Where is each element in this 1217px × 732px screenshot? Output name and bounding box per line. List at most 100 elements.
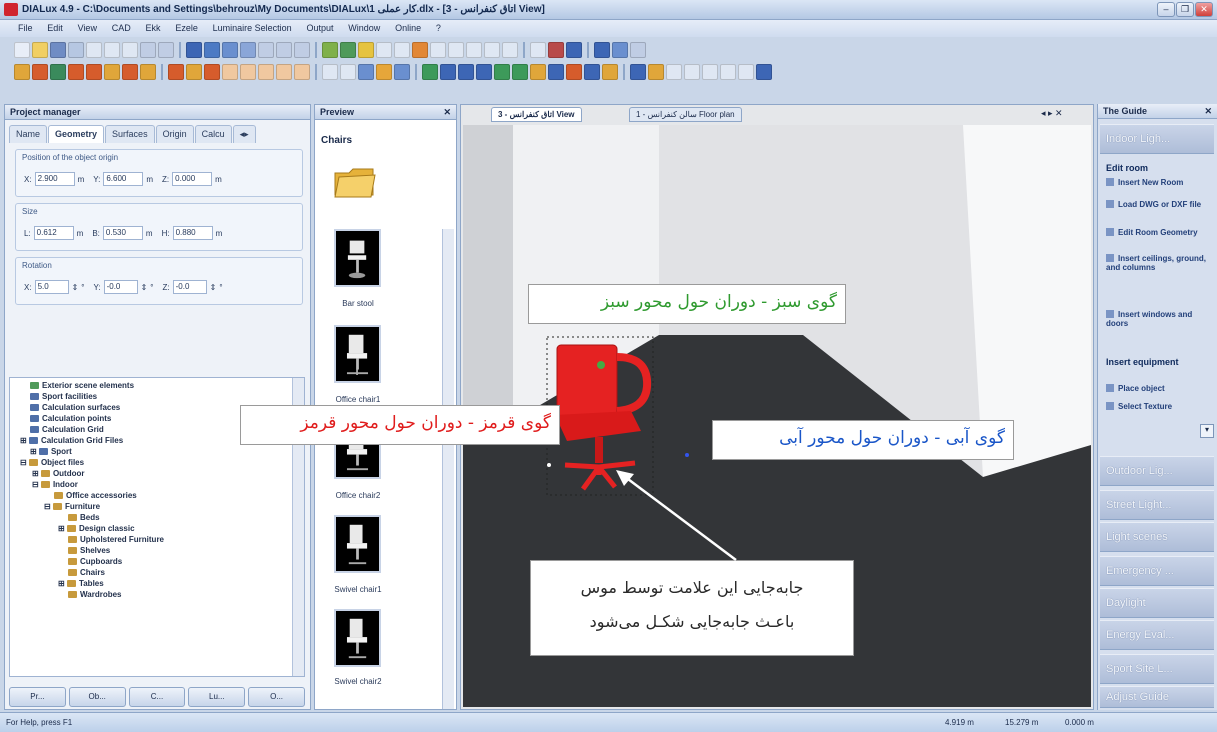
rotation-y-spinner[interactable]: ⇕	[141, 283, 148, 292]
join-icon[interactable]	[494, 64, 510, 80]
folder-icon[interactable]	[333, 161, 377, 201]
tab-3d-view[interactable]: 3 - اتاق کنفرانس View	[491, 107, 582, 122]
chair-thumbnail[interactable]	[334, 229, 381, 287]
tree-item[interactable]: ⊞ Tables	[58, 579, 104, 588]
menu-ezele[interactable]: Ezele	[169, 20, 204, 33]
window-icon[interactable]	[68, 64, 84, 80]
position-z-field[interactable]: 0.000	[172, 172, 213, 186]
calc-point-icon[interactable]	[602, 64, 618, 80]
preview-scrollbar[interactable]	[442, 229, 454, 709]
luminaire-icon[interactable]	[358, 42, 374, 58]
guide-outdoor-lighting[interactable]: Outdoor Lig...	[1100, 456, 1214, 486]
tab-floor-plan[interactable]: 1 - سالن کنفرانس Floor plan	[629, 107, 742, 122]
task-place-object[interactable]: Place object	[1106, 384, 1206, 393]
paste-icon[interactable]	[122, 42, 138, 58]
guide-energy-evaluation[interactable]: Energy Eval...	[1100, 620, 1214, 650]
chair-thumbnail[interactable]	[334, 609, 381, 667]
rotate-view-icon[interactable]	[294, 42, 310, 58]
front-view-icon[interactable]	[240, 42, 256, 58]
door-icon[interactable]	[50, 64, 66, 80]
tree-item[interactable]: ⊟ Indoor	[32, 480, 78, 489]
camera-icon[interactable]	[376, 64, 392, 80]
text-icon[interactable]	[484, 42, 500, 58]
guide-light-scenes[interactable]: Light scenes	[1100, 522, 1214, 552]
layer-icon[interactable]	[466, 42, 482, 58]
rotation-z-spinner[interactable]: ⇕	[210, 283, 217, 292]
pan-icon[interactable]	[276, 42, 292, 58]
paint-icon[interactable]	[530, 64, 546, 80]
menu-file[interactable]: File	[0, 20, 39, 33]
tab-output[interactable]: O...	[248, 687, 305, 707]
rotation-x-field[interactable]: 5.0	[34, 280, 69, 294]
menu-cad[interactable]: CAD	[106, 20, 137, 33]
tab-geometry[interactable]: Geometry	[48, 125, 105, 143]
preview-close-icon[interactable]: ✕	[443, 107, 451, 118]
task-insert-windows[interactable]: Insert windows and doors	[1106, 310, 1206, 328]
tree-item[interactable]: Sport facilities	[30, 392, 97, 401]
zoom-in-icon[interactable]	[322, 64, 338, 80]
tree-item[interactable]: ⊞ Outdoor	[32, 469, 84, 478]
minimize-button[interactable]: –	[1157, 2, 1175, 17]
rotation-y-field[interactable]: -0.0	[103, 280, 138, 294]
cylinder-icon[interactable]	[186, 64, 202, 80]
cube-icon[interactable]	[168, 64, 184, 80]
size-l-field[interactable]: 0.612	[33, 226, 74, 240]
wizard-icon[interactable]	[530, 42, 546, 58]
guide-close-icon[interactable]: ✕	[1204, 106, 1212, 117]
menu-help[interactable]: ?	[430, 20, 447, 33]
floor-plan-icon[interactable]	[204, 42, 220, 58]
tab-objects[interactable]: Ob...	[68, 687, 126, 707]
tree-item[interactable]: ⊞ Calculation Grid Files	[20, 436, 123, 445]
scene-icon[interactable]	[630, 64, 646, 80]
align-icon[interactable]	[440, 64, 456, 80]
dimension-icon[interactable]	[738, 64, 754, 80]
results-icon[interactable]	[566, 42, 582, 58]
menu-luminaire-selection[interactable]: Luminaire Selection	[207, 20, 298, 33]
task-select-texture[interactable]: Select Texture	[1106, 402, 1206, 411]
3d-view-icon[interactable]	[186, 42, 202, 58]
calc-surface-icon[interactable]	[584, 64, 600, 80]
tab-luminaires[interactable]: Lu...	[188, 687, 246, 707]
sphere-icon[interactable]	[204, 64, 220, 80]
zoom-icon[interactable]	[258, 42, 274, 58]
zoom-out-icon[interactable]	[340, 64, 356, 80]
export-icon[interactable]	[612, 42, 628, 58]
layout-icon[interactable]	[756, 64, 772, 80]
guide-indoor-lighting[interactable]: Indoor Ligh...	[1100, 124, 1214, 154]
draw-rect-icon[interactable]	[702, 64, 718, 80]
draw-line-icon[interactable]	[666, 64, 682, 80]
tab-name[interactable]: Name	[9, 125, 48, 143]
mirror-icon[interactable]	[422, 64, 438, 80]
tree-item[interactable]: ⊞ Design classic	[58, 524, 135, 533]
blue-handle[interactable]	[685, 453, 689, 457]
wall-icon[interactable]	[32, 64, 48, 80]
position-y-field[interactable]: 6.600	[103, 172, 144, 186]
snap-icon[interactable]	[448, 42, 464, 58]
grid-icon[interactable]	[430, 42, 446, 58]
measure-icon[interactable]	[502, 42, 518, 58]
size-b-field[interactable]: 0.530	[102, 226, 143, 240]
tab-scroll-arrows[interactable]: ◂▸	[232, 125, 256, 143]
print-icon[interactable]	[68, 42, 84, 58]
task-edit-room-geometry[interactable]: Edit Room Geometry	[1106, 228, 1206, 237]
tab-project[interactable]: Pr...	[9, 687, 66, 707]
tree-item[interactable]: Shelves	[68, 546, 110, 555]
ceiling-icon[interactable]	[104, 64, 120, 80]
tree-item[interactable]: ⊞ Sport	[30, 447, 72, 456]
zoom-fit-icon[interactable]	[358, 64, 374, 80]
tab-calcu[interactable]: Calcu	[194, 125, 232, 143]
texture-icon[interactable]	[548, 64, 564, 80]
close-button[interactable]: ✕	[1195, 2, 1213, 17]
redo-icon[interactable]	[158, 42, 174, 58]
prism-icon[interactable]	[294, 64, 310, 80]
copy-icon[interactable]	[104, 42, 120, 58]
tree-item[interactable]: Cupboards	[68, 557, 122, 566]
guide-street-lighting[interactable]: Street Light...	[1100, 490, 1214, 520]
side-view-icon[interactable]	[222, 42, 238, 58]
pyramid-icon[interactable]	[240, 64, 256, 80]
room-icon[interactable]	[14, 64, 30, 80]
line-icon[interactable]	[394, 42, 410, 58]
menu-ekk[interactable]: Ekk	[140, 20, 167, 33]
tree-item[interactable]: Office accessories	[54, 491, 137, 500]
calculate-icon[interactable]	[548, 42, 564, 58]
